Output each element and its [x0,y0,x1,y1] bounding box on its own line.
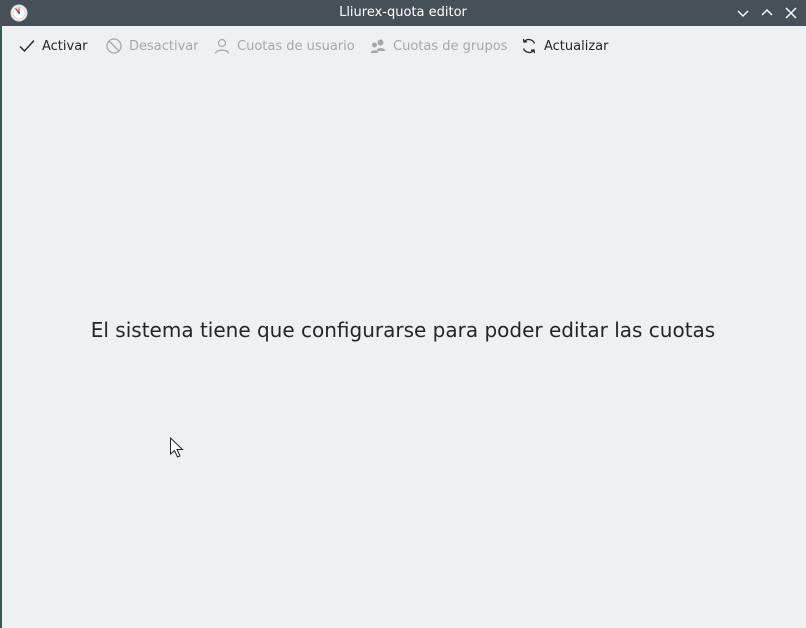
minimize-button[interactable] [733,3,753,23]
status-message: El sistema tiene que configurarse para p… [90,318,716,342]
close-button[interactable] [781,3,801,23]
block-icon [105,37,123,55]
refresh-icon [520,37,538,55]
user-icon [213,37,231,55]
group-icon [369,37,387,55]
chevron-down-icon [737,10,749,17]
check-icon [18,37,36,55]
activate-button[interactable]: Activar [18,36,88,56]
group-quotas-label: Cuotas de grupos [393,38,508,54]
title-bar[interactable]: Lliurex-quota editor [0,0,806,26]
user-quotas-button[interactable]: Cuotas de usuario [213,36,355,56]
app-window: Lliurex-quota editor Activar Desactivar … [0,0,806,628]
refresh-button[interactable]: Actualizar [520,36,608,56]
maximize-button[interactable] [757,3,777,23]
deactivate-label: Desactivar [129,38,199,54]
deactivate-button[interactable]: Desactivar [105,36,199,56]
activate-label: Activar [42,38,88,54]
close-icon [785,7,797,19]
mouse-pointer-icon [169,436,185,459]
group-quotas-button[interactable]: Cuotas de grupos [369,36,507,56]
chevron-up-icon [761,9,773,16]
user-quotas-label: Cuotas de usuario [237,38,355,54]
main-toolbar: Activar Desactivar Cuotas de usuario Cuo… [0,26,806,66]
window-title: Lliurex-quota editor [339,5,467,20]
refresh-label: Actualizar [544,38,609,54]
